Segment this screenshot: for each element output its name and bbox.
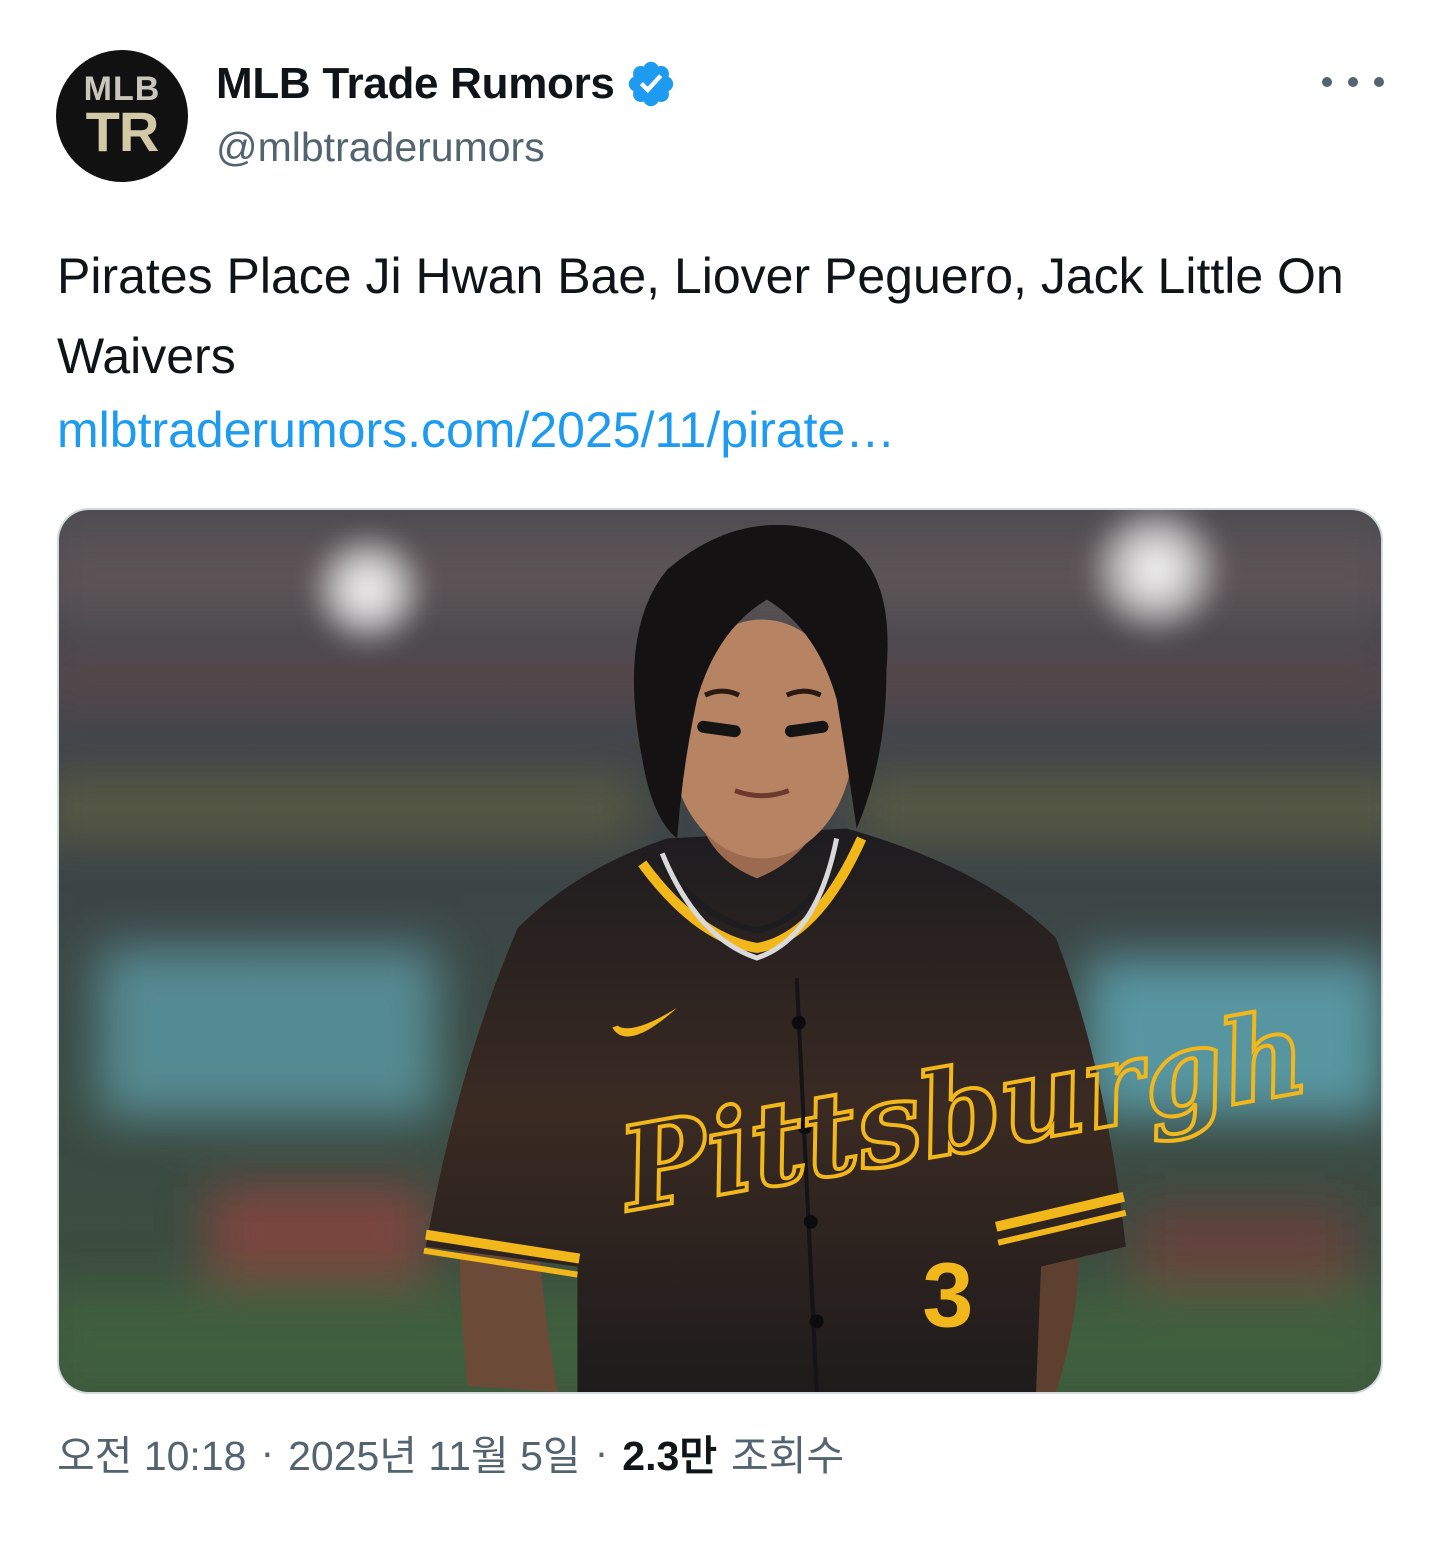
tweet-link[interactable]: mlbtraderumors.com/2025/11/pirate… <box>57 398 895 462</box>
more-dot <box>1348 77 1358 87</box>
meta-separator: · <box>594 1428 609 1475</box>
tweet-date[interactable]: 2025년 11월 5일 <box>288 1422 581 1482</box>
tweet-media-image[interactable]: Pittsburgh 3 <box>57 508 1383 1394</box>
avatar-text-bottom: TR <box>85 100 160 163</box>
views-label: 조회수 <box>730 1433 845 1479</box>
tweet: MLB TR MLB Trade Rumors @mlbtraderumors … <box>0 0 1440 1549</box>
tweet-meta: 오전 10:18 · 2025년 11월 5일 · 2.3만 조회수 <box>57 1420 844 1484</box>
views-count[interactable]: 2.3만 <box>622 1422 717 1482</box>
jersey-number: 3 <box>922 1244 973 1346</box>
handle[interactable]: @mlbtraderumors <box>216 124 545 171</box>
display-name[interactable]: MLB Trade Rumors <box>216 59 615 109</box>
photo: Pittsburgh 3 <box>59 510 1381 1392</box>
more-horizontal-icon[interactable] <box>1322 64 1384 100</box>
more-dot <box>1374 77 1384 87</box>
verified-badge-icon[interactable] <box>625 58 677 110</box>
more-dot <box>1322 77 1332 87</box>
meta-separator: · <box>260 1428 275 1475</box>
tweet-time[interactable]: 오전 10:18 <box>57 1422 246 1482</box>
author-name-row: MLB Trade Rumors <box>216 56 677 112</box>
avatar[interactable]: MLB TR <box>56 50 188 182</box>
tweet-text: Pirates Place Ji Hwan Bae, Liover Peguer… <box>57 248 1344 384</box>
